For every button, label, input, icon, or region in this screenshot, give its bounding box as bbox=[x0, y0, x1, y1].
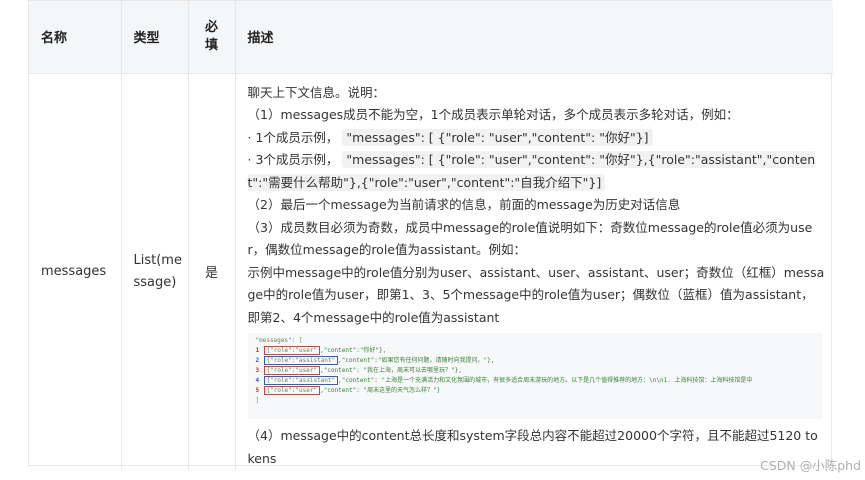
desc-rule-1: （1）messages成员不能为空，1个成员表示单轮对话，多个成员表示多轮对话，… bbox=[247, 107, 739, 122]
code-example-image: "messages": [ 1 {"role":"user" ,"content":… bbox=[247, 333, 822, 419]
header-type: 类型 bbox=[121, 1, 189, 73]
table-row: messages List(me ssage) 是 聊天上下文信息。说明： （1… bbox=[29, 73, 833, 470]
cell-type-line2: ssage) bbox=[133, 274, 177, 290]
example-one-prefix: · 1个成员示例， bbox=[247, 129, 339, 145]
desc-example-explain: 示例中message中的role值分别为user、assistant、user、… bbox=[247, 264, 825, 325]
cell-required: 是 bbox=[188, 73, 236, 470]
desc-rule-2: （2）最后一个message为当前请求的信息，前面的message为历史对话信息 bbox=[247, 197, 681, 212]
code-row-2: 2 {"role":"assistant" ,"content":"如果您有任何问题… bbox=[255, 356, 495, 365]
red-box: {"role":"user" bbox=[263, 386, 321, 395]
code-row-5: 5 {"role":"user" ,"content": "周末这里的天气怎么样？"… bbox=[255, 386, 441, 395]
table-header-row: 名称 类型 必 填 描述 bbox=[29, 1, 833, 73]
desc-intro: 聊天上下文信息。说明： bbox=[247, 84, 386, 100]
cell-type-line1: List(me bbox=[133, 252, 182, 268]
code-row-3: 3 {"role":"user" ,"content": "我在上海，周末可以去哪里… bbox=[255, 366, 462, 375]
desc-rule-3: （3）成员数目必须为奇数，成员中message的role值说明如下：奇数位mes… bbox=[247, 219, 813, 258]
cell-description: 聊天上下文信息。说明： （1）messages成员不能为空，1个成员表示单轮对话… bbox=[235, 73, 833, 470]
header-required-line1: 必 bbox=[204, 19, 218, 35]
header-required: 必 填 bbox=[188, 1, 236, 73]
header-name: 名称 bbox=[29, 1, 122, 73]
parameter-table: 名称 类型 必 填 描述 messages List(me ssage) 是 聊… bbox=[28, 0, 833, 470]
example-one-code: "messages": [ {"role": "user","content":… bbox=[342, 128, 653, 146]
code-open: "messages": [ bbox=[255, 337, 303, 344]
red-box: {"role":"user" bbox=[263, 366, 321, 375]
cell-type: List(me ssage) bbox=[121, 73, 189, 470]
code-row-1: 1 {"role":"user" ,"content":"你好"}, bbox=[255, 346, 387, 355]
desc-example-three: · 3个成员示例， "messages": [ {"role": "user",… bbox=[247, 149, 826, 194]
blue-box: {"role":"assistant" bbox=[263, 356, 339, 365]
code-row-4: 4 {"role":"assistant" ,"content": "上海是一个充满… bbox=[255, 376, 753, 385]
header-required-line2: 填 bbox=[204, 37, 218, 53]
desc-rule-4: （4）message中的content总长度和system字段总内容不能超过20… bbox=[247, 428, 818, 466]
watermark: CSDN @小陈phd bbox=[760, 458, 861, 473]
red-box: {"role":"user" bbox=[263, 346, 321, 355]
desc-example-one: · 1个成员示例， "messages": [ {"role": "user",… bbox=[248, 127, 826, 150]
header-description: 描述 bbox=[247, 31, 274, 47]
cell-name: messages bbox=[29, 73, 122, 470]
blue-box: {"role":"assistant" bbox=[263, 376, 339, 385]
example-three-prefix: · 3个成员示例， bbox=[247, 152, 339, 167]
code-close: ] bbox=[255, 397, 260, 404]
